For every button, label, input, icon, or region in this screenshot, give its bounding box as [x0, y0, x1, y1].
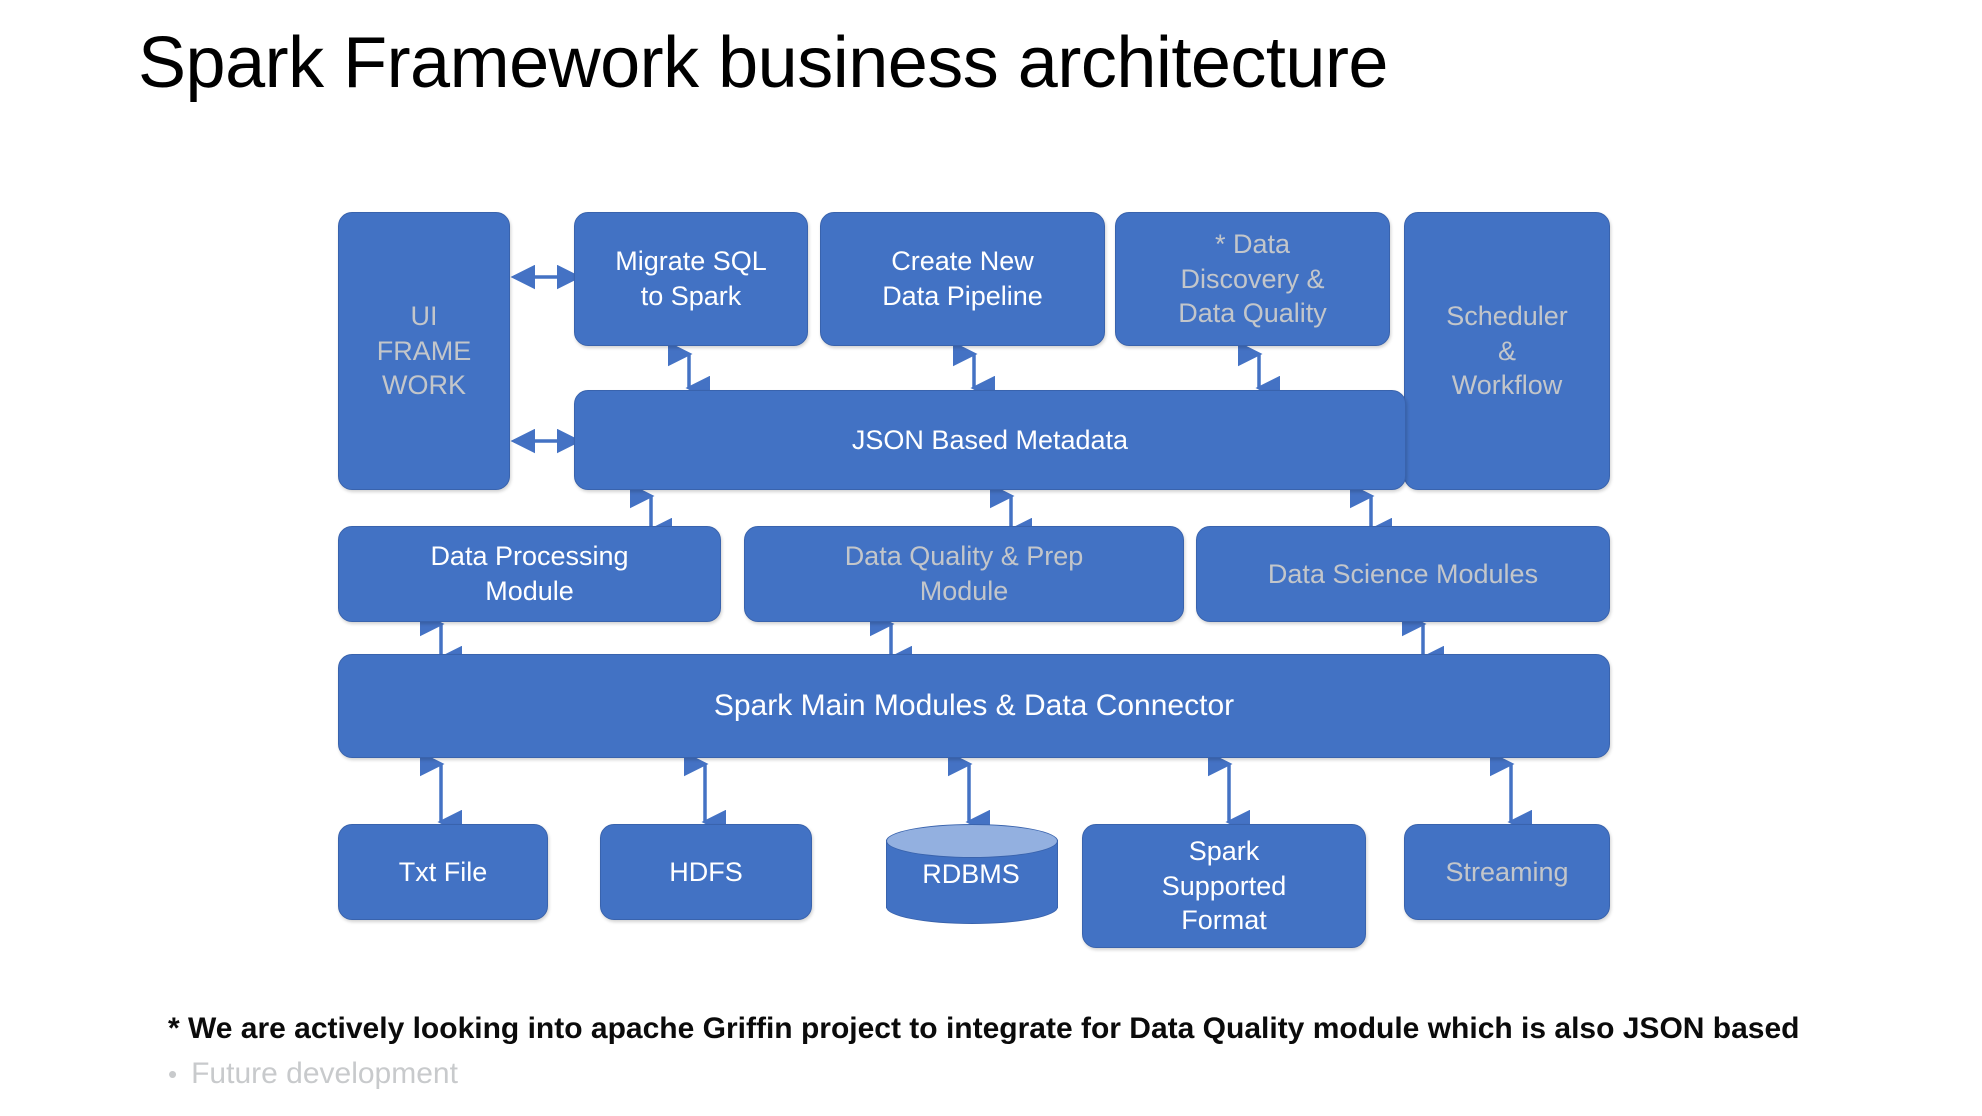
legend-future-development-label: Future development: [191, 1057, 458, 1090]
node-source-streaming-label: Streaming: [1445, 856, 1569, 887]
node-source-hdfs-label: HDFS: [669, 856, 743, 887]
arrow-sparkcore-sparkformat: [1208, 751, 1250, 835]
arrow-uiframework-metadata: [508, 428, 584, 454]
slide-canvas: Spark Framework business architecture UI…: [0, 0, 1982, 1116]
node-ui-framework[interactable]: UI FRAME WORK: [338, 212, 510, 490]
node-create-new-data-pipeline[interactable]: Create New Data Pipeline: [820, 212, 1105, 346]
bullet-icon: •: [168, 1059, 178, 1089]
legend-future-development: • Future development: [168, 1057, 458, 1091]
node-data-science-modules[interactable]: Data Science Modules: [1196, 526, 1610, 622]
node-data-discovery-quality-label: * Data Discovery & Data Quality: [1178, 229, 1327, 329]
arrow-sparkcore-rdbms: [948, 751, 990, 835]
arrow-migratesql-metadata: [668, 341, 710, 401]
node-source-rdbms[interactable]: RDBMS: [886, 824, 1058, 924]
node-data-discovery-quality[interactable]: * Data Discovery & Data Quality: [1115, 212, 1390, 346]
node-create-new-data-pipeline-label: Create New Data Pipeline: [882, 246, 1043, 311]
node-spark-main-modules[interactable]: Spark Main Modules & Data Connector: [338, 654, 1610, 758]
node-ui-framework-label: UI FRAME WORK: [376, 301, 472, 401]
node-source-hdfs[interactable]: HDFS: [600, 824, 812, 920]
node-data-quality-prep-module[interactable]: Data Quality & Prep Module: [744, 526, 1184, 622]
node-source-streaming[interactable]: Streaming: [1404, 824, 1610, 920]
node-migrate-sql-to-spark[interactable]: Migrate SQL to Spark: [574, 212, 808, 346]
node-source-txt-file-label: Txt File: [398, 856, 488, 887]
node-data-processing-module-label: Data Processing Module: [430, 541, 629, 606]
node-data-science-modules-label: Data Science Modules: [1267, 558, 1539, 589]
node-data-quality-prep-module-label: Data Quality & Prep Module: [844, 541, 1084, 606]
arrow-uiframework-migratesql: [508, 264, 584, 290]
footnote-griffin: * We are actively looking into apache Gr…: [168, 1012, 1800, 1045]
node-source-txt-file[interactable]: Txt File: [338, 824, 548, 920]
arrow-createpipeline-metadata: [953, 341, 995, 401]
arrow-datadiscovery-metadata: [1238, 341, 1280, 401]
node-source-spark-supported-format[interactable]: Spark Supported Format: [1082, 824, 1366, 948]
node-migrate-sql-to-spark-label: Migrate SQL to Spark: [615, 246, 767, 311]
node-scheduler-workflow[interactable]: Scheduler & Workflow: [1404, 212, 1610, 490]
arrow-sparkcore-txtfile: [420, 751, 462, 835]
node-source-spark-supported-format-label: Spark Supported Format: [1161, 836, 1287, 936]
arrow-sparkcore-streaming: [1490, 751, 1532, 835]
page-title: Spark Framework business architecture: [138, 23, 1388, 103]
arrow-sparkcore-hdfs: [684, 751, 726, 835]
node-json-based-metadata[interactable]: JSON Based Metadata: [574, 390, 1406, 490]
node-json-based-metadata-label: JSON Based Metadata: [851, 424, 1129, 455]
node-spark-main-modules-label: Spark Main Modules & Data Connector: [713, 688, 1235, 722]
node-scheduler-workflow-label: Scheduler & Workflow: [1446, 301, 1568, 401]
node-source-rdbms-label: RDBMS: [922, 858, 1020, 889]
node-data-processing-module[interactable]: Data Processing Module: [338, 526, 721, 622]
